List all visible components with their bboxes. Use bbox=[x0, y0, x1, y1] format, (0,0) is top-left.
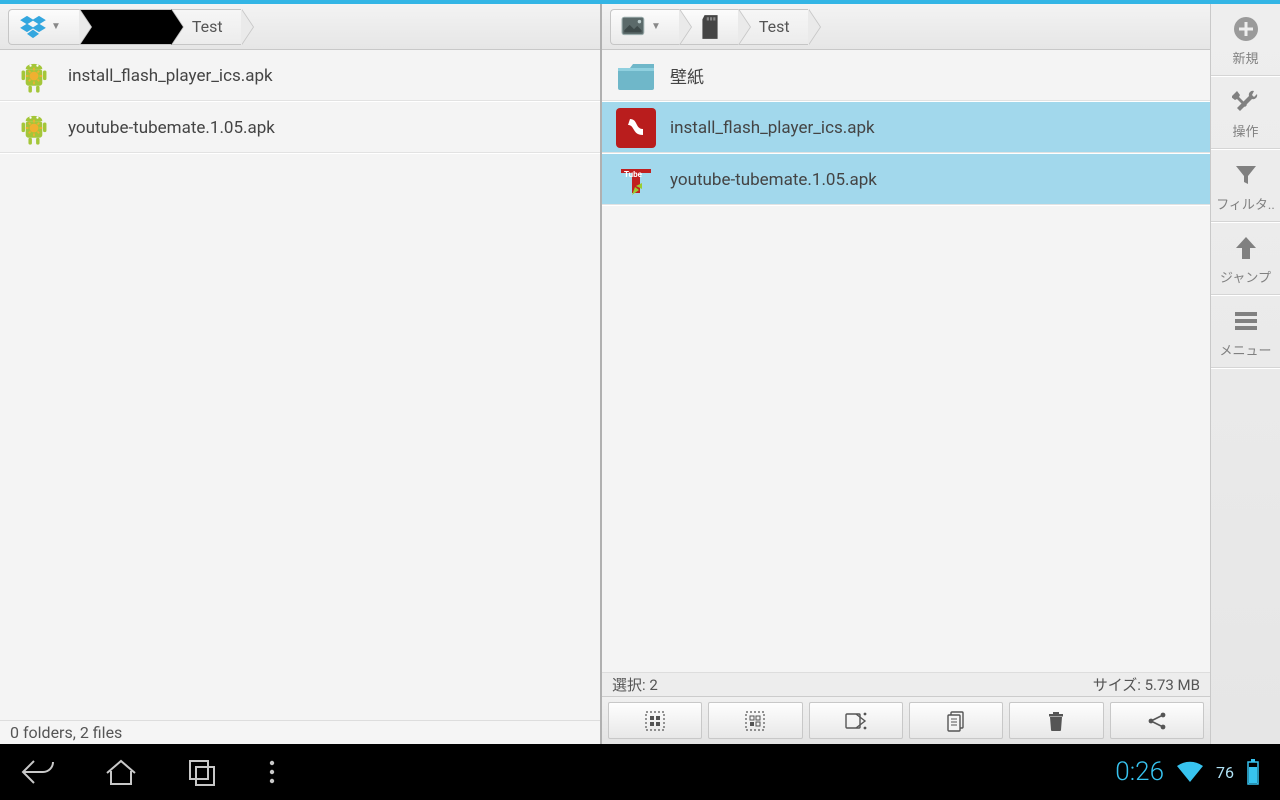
flash-app-icon bbox=[616, 108, 656, 148]
sdcard-icon bbox=[700, 14, 720, 40]
file-name: 壁紙 bbox=[670, 63, 704, 88]
right-breadcrumb: ▼ Test bbox=[602, 4, 1210, 50]
file-name: install_flash_player_ics.apk bbox=[670, 118, 875, 138]
status-clock: 0:26 bbox=[1115, 757, 1164, 787]
delete-icon bbox=[1047, 710, 1065, 732]
folder-icon bbox=[616, 56, 656, 96]
left-pane: ▼ Test install_flash_player_ics.apk yout… bbox=[0, 4, 602, 744]
left-breadcrumb: ▼ Test bbox=[0, 4, 600, 50]
arrow-up-icon bbox=[1231, 233, 1261, 263]
file-name: youtube-tubemate.1.05.apk bbox=[68, 118, 275, 138]
sidebar-label: メニュー bbox=[1219, 340, 1271, 359]
cut-button[interactable] bbox=[809, 702, 903, 739]
file-row[interactable]: 壁紙 bbox=[602, 50, 1210, 102]
breadcrumb-root-dropbox[interactable]: ▼ bbox=[8, 9, 79, 45]
android-apk-icon bbox=[14, 108, 54, 148]
file-row[interactable]: Tube youtube-tubemate.1.05.apk bbox=[602, 154, 1210, 206]
svg-text:Tube: Tube bbox=[624, 170, 643, 179]
breadcrumb-root-gallery[interactable]: ▼ bbox=[610, 9, 679, 45]
sidebar-label: 操作 bbox=[1232, 121, 1258, 140]
right-sidebar: 新規 操作 フィルタ.. ジャンプ メニュー bbox=[1210, 4, 1280, 744]
home-button[interactable] bbox=[104, 757, 138, 787]
file-row[interactable]: install_flash_player_ics.apk bbox=[0, 50, 600, 102]
left-status-text: 0 folders, 2 files bbox=[10, 723, 122, 742]
select-none-button[interactable] bbox=[708, 702, 802, 739]
delete-button[interactable] bbox=[1009, 702, 1103, 739]
select-all-button[interactable] bbox=[608, 702, 702, 739]
chevron-down-icon: ▼ bbox=[51, 21, 61, 32]
android-navigation-bar: 0:26 76 bbox=[0, 744, 1280, 800]
overflow-menu-button[interactable] bbox=[266, 758, 278, 786]
sidebar-menu[interactable]: メニュー bbox=[1211, 296, 1280, 369]
copy-icon bbox=[946, 710, 966, 732]
android-apk-icon bbox=[14, 56, 54, 96]
file-row[interactable]: install_flash_player_ics.apk bbox=[602, 102, 1210, 154]
back-button[interactable] bbox=[20, 757, 56, 787]
dropbox-icon bbox=[19, 15, 47, 39]
copy-button[interactable] bbox=[909, 702, 1003, 739]
sidebar-filter[interactable]: フィルタ.. bbox=[1211, 150, 1280, 223]
battery-percent: 76 bbox=[1216, 763, 1234, 782]
battery-icon bbox=[1246, 759, 1260, 785]
breadcrumb-redacted-segment[interactable] bbox=[79, 9, 171, 45]
file-row[interactable]: youtube-tubemate.1.05.apk bbox=[0, 102, 600, 154]
sidebar-label: 新規 bbox=[1232, 48, 1258, 67]
menu-icon bbox=[1231, 306, 1261, 336]
right-file-list[interactable]: 壁紙 install_flash_player_ics.apk Tube you… bbox=[602, 50, 1210, 672]
funnel-icon bbox=[1231, 160, 1261, 190]
plus-circle-icon bbox=[1231, 14, 1261, 44]
file-name: install_flash_player_ics.apk bbox=[68, 66, 273, 86]
selection-size: サイズ: 5.73 MB bbox=[1093, 674, 1200, 695]
sidebar-label: フィルタ.. bbox=[1216, 194, 1275, 213]
tools-icon bbox=[1231, 87, 1261, 117]
left-status-bar: 0 folders, 2 files bbox=[0, 720, 600, 744]
share-button[interactable] bbox=[1110, 702, 1204, 739]
file-name: youtube-tubemate.1.05.apk bbox=[670, 170, 877, 190]
tubemate-app-icon: Tube bbox=[616, 160, 656, 200]
chevron-down-icon: ▼ bbox=[651, 21, 661, 32]
gallery-icon bbox=[621, 15, 647, 39]
recent-apps-button[interactable] bbox=[186, 757, 218, 787]
right-toolbar bbox=[602, 696, 1210, 744]
right-status-bar: 選択: 2 サイズ: 5.73 MB bbox=[602, 672, 1210, 696]
select-all-icon bbox=[644, 710, 666, 732]
sidebar-operate[interactable]: 操作 bbox=[1211, 77, 1280, 150]
selection-count: 選択: 2 bbox=[612, 674, 658, 695]
right-pane: ▼ Test 壁紙 install_flas bbox=[602, 4, 1210, 744]
select-none-icon bbox=[744, 710, 766, 732]
sidebar-new[interactable]: 新規 bbox=[1211, 4, 1280, 77]
breadcrumb-current-label: Test bbox=[192, 17, 223, 36]
sidebar-jump[interactable]: ジャンプ bbox=[1211, 223, 1280, 296]
share-icon bbox=[1146, 710, 1168, 732]
sidebar-label: ジャンプ bbox=[1220, 267, 1271, 286]
cut-icon bbox=[844, 711, 868, 731]
left-file-list[interactable]: install_flash_player_ics.apk youtube-tub… bbox=[0, 50, 600, 720]
breadcrumb-current-label: Test bbox=[759, 17, 790, 36]
wifi-icon bbox=[1176, 761, 1204, 783]
